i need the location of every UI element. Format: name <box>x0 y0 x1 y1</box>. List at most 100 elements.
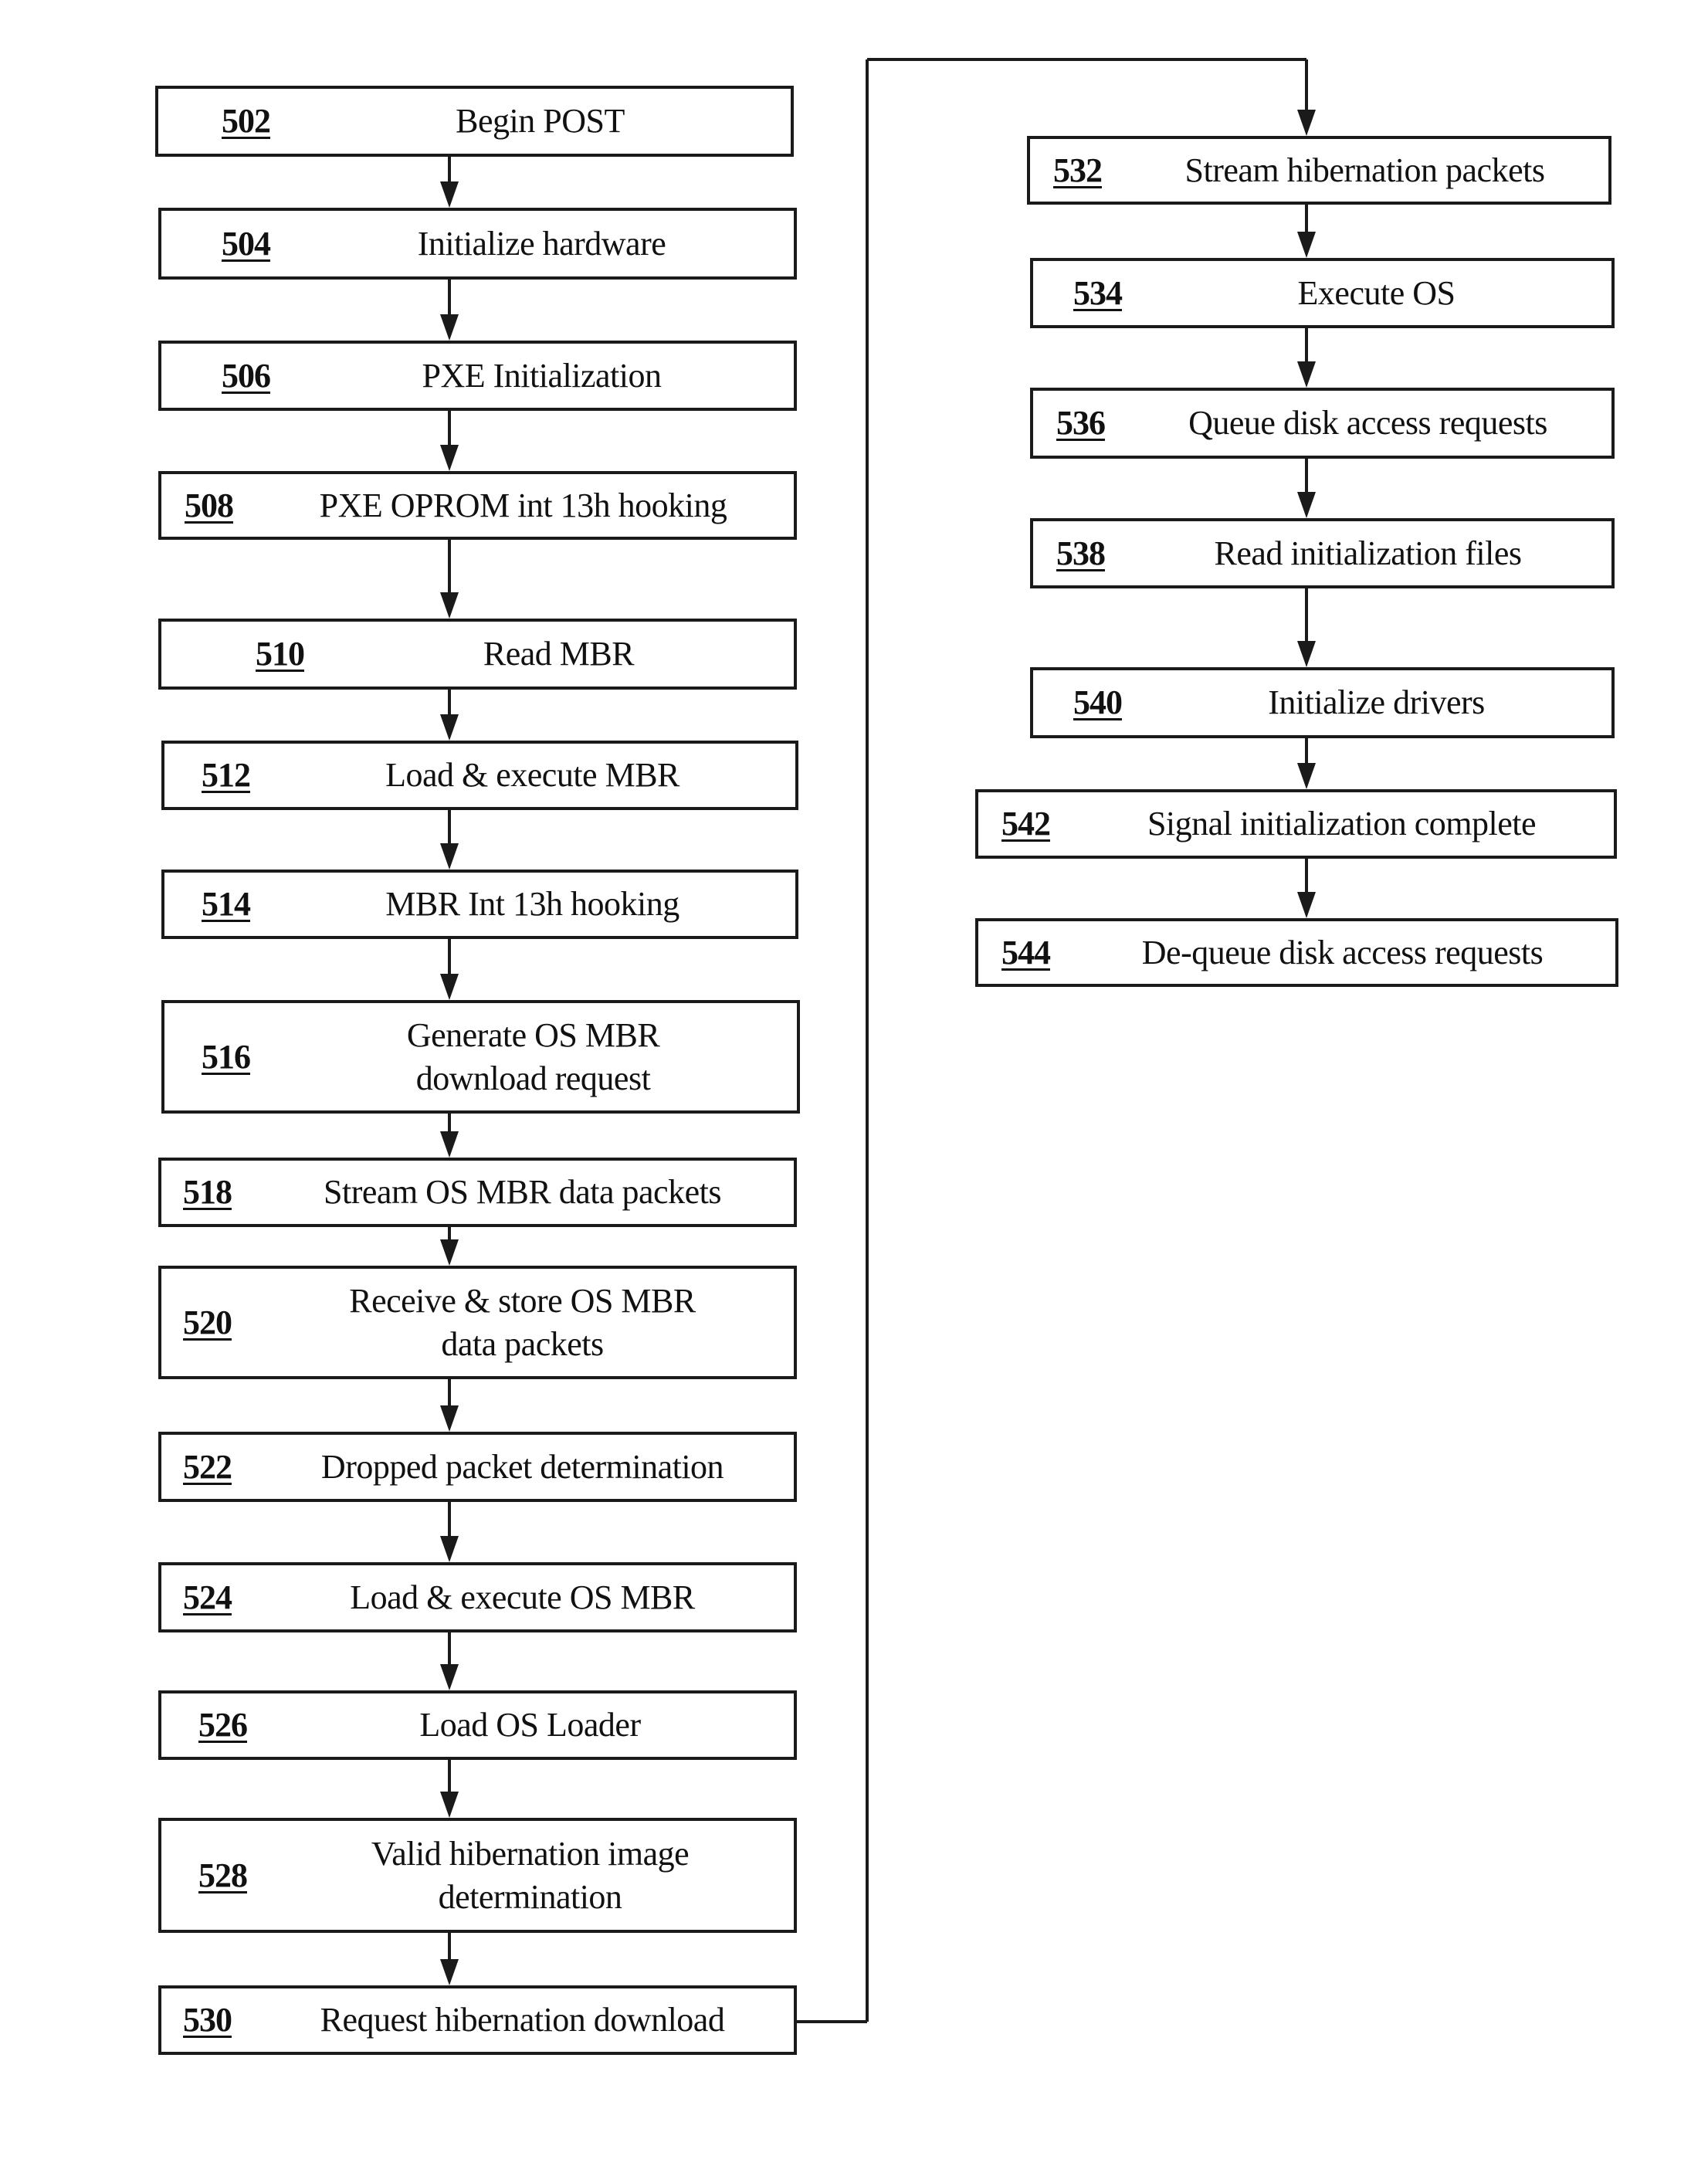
step-label-line: Signal initialization complete <box>1147 805 1537 842</box>
step-label: Read MBR <box>333 632 785 676</box>
step-label: Load OS Loader <box>276 1704 785 1747</box>
step-number: 544 <box>1001 933 1051 971</box>
arrow-head <box>1297 763 1316 789</box>
step-number: 506 <box>222 356 271 395</box>
step-box-520: 520 Receive & store OS MBR data packets <box>158 1266 797 1379</box>
step-label: Load & execute OS MBR <box>260 1576 785 1619</box>
step-number: 534 <box>1073 273 1123 312</box>
step-box-514: 514 MBR Int 13h hooking <box>161 870 798 939</box>
step-label: Valid hibernation image determination <box>276 1832 785 1919</box>
step-box-534: 534 Execute OS <box>1030 258 1615 328</box>
arrow-head <box>440 314 459 341</box>
step-box-540: 540 Initialize drivers <box>1030 667 1615 738</box>
step-box-504: 504 Initialize hardware <box>158 208 797 280</box>
step-label-line: download request <box>415 1059 651 1097</box>
step-label-line: PXE Initialization <box>422 356 662 395</box>
step-label-line: Receive & store OS MBR <box>349 1281 696 1320</box>
step-number: 516 <box>202 1037 251 1076</box>
step-number: 518 <box>183 1173 232 1211</box>
step-box-522: 522 Dropped packet determination <box>158 1432 797 1502</box>
arrow-head <box>1297 892 1316 918</box>
step-label: Initialize hardware <box>299 222 785 266</box>
step-box-512: 512 Load & execute MBR <box>161 741 798 810</box>
step-label: Queue disk access requests <box>1134 402 1602 445</box>
step-label: Execute OS <box>1151 272 1602 315</box>
step-label: Read initialization files <box>1134 532 1602 575</box>
step-number: 512 <box>202 756 251 794</box>
step-box-516: 516 Generate OS MBR download request <box>161 1000 800 1114</box>
arrow-head <box>440 1792 459 1818</box>
step-number: 514 <box>202 885 251 923</box>
step-label: De-queue disk access requests <box>1079 931 1606 975</box>
step-number: 542 <box>1001 805 1051 842</box>
step-label-line: Initialize drivers <box>1268 683 1485 721</box>
step-label-line: Stream OS MBR data packets <box>324 1173 721 1211</box>
arrow-head <box>440 1959 459 1985</box>
step-number: 536 <box>1056 404 1106 442</box>
step-label: PXE Initialization <box>299 354 785 398</box>
step-label-line: PXE OPROM int 13h hooking <box>319 486 727 524</box>
step-box-502: 502 Begin POST <box>155 86 794 157</box>
step-label-line: Initialize hardware <box>417 224 666 263</box>
step-label-line: Load & execute OS MBR <box>350 1578 695 1616</box>
arrow-head <box>440 1536 459 1562</box>
step-label-line: Dropped packet determination <box>320 1447 724 1486</box>
step-label: Signal initialization complete <box>1079 802 1605 846</box>
step-label-line: Read initialization files <box>1214 534 1522 572</box>
step-label: Stream OS MBR data packets <box>260 1171 785 1214</box>
arrow-head <box>1297 361 1316 388</box>
step-number: 508 <box>185 486 234 524</box>
step-label-line: Load OS Loader <box>419 1706 641 1744</box>
step-box-542: 542 Signal initialization complete <box>975 789 1617 859</box>
arrow-head <box>440 592 459 619</box>
step-label-line: Queue disk access requests <box>1188 404 1547 442</box>
step-number: 504 <box>222 224 271 263</box>
step-box-506: 506 PXE Initialization <box>158 341 797 411</box>
step-label-line: determination <box>438 1877 622 1916</box>
step-box-528: 528 Valid hibernation image determination <box>158 1818 797 1933</box>
arrow-head <box>440 1239 459 1266</box>
step-box-510: 510 Read MBR <box>158 619 797 690</box>
step-box-518: 518 Stream OS MBR data packets <box>158 1158 797 1227</box>
step-number: 532 <box>1053 151 1103 189</box>
step-label-line: Request hibernation download <box>320 2001 725 2039</box>
step-box-530: 530 Request hibernation download <box>158 1985 797 2055</box>
step-label: Request hibernation download <box>260 1999 785 2042</box>
arrow-head <box>440 1131 459 1158</box>
step-number: 524 <box>183 1578 232 1616</box>
step-label: Load & execute MBR <box>279 754 786 797</box>
step-box-508: 508 PXE OPROM int 13h hooking <box>158 471 797 540</box>
step-label: Receive & store OS MBR data packets <box>260 1280 785 1366</box>
step-label-line: MBR Int 13h hooking <box>385 885 679 923</box>
arrow-head <box>440 181 459 208</box>
step-number: 502 <box>222 102 271 140</box>
flowchart: 502 Begin POST 504 Initialize hardware 506 PX… <box>0 0 1708 2163</box>
step-label: Begin POST <box>299 100 781 143</box>
step-label-line: Stream hibernation packets <box>1184 151 1545 189</box>
step-label: Generate OS MBR download request <box>279 1014 788 1100</box>
arrow-head <box>440 974 459 1000</box>
arrow-head <box>1297 641 1316 667</box>
step-label: PXE OPROM int 13h hooking <box>262 484 785 527</box>
step-number: 520 <box>183 1303 232 1341</box>
step-number: 540 <box>1073 683 1123 721</box>
step-label-line: Generate OS MBR <box>406 1015 660 1054</box>
step-number: 538 <box>1056 534 1106 572</box>
arrow-head <box>440 445 459 471</box>
step-box-538: 538 Read initialization files <box>1030 518 1615 588</box>
step-number: 530 <box>183 2001 232 2039</box>
arrow-head <box>1297 110 1316 136</box>
step-label-line: data packets <box>441 1324 604 1363</box>
arrow-head <box>1297 492 1316 518</box>
step-number: 522 <box>183 1447 232 1486</box>
arrow-head <box>440 1405 459 1432</box>
arrow-head <box>440 714 459 741</box>
arrow-head <box>440 843 459 870</box>
step-label: Initialize drivers <box>1151 681 1602 724</box>
step-label-line: Valid hibernation image <box>371 1834 690 1873</box>
step-label-line: Load & execute MBR <box>385 756 679 794</box>
step-label-line: Begin POST <box>456 102 625 140</box>
step-box-524: 524 Load & execute OS MBR <box>158 1562 797 1632</box>
step-box-536: 536 Queue disk access requests <box>1030 388 1615 459</box>
step-label: MBR Int 13h hooking <box>279 883 786 926</box>
